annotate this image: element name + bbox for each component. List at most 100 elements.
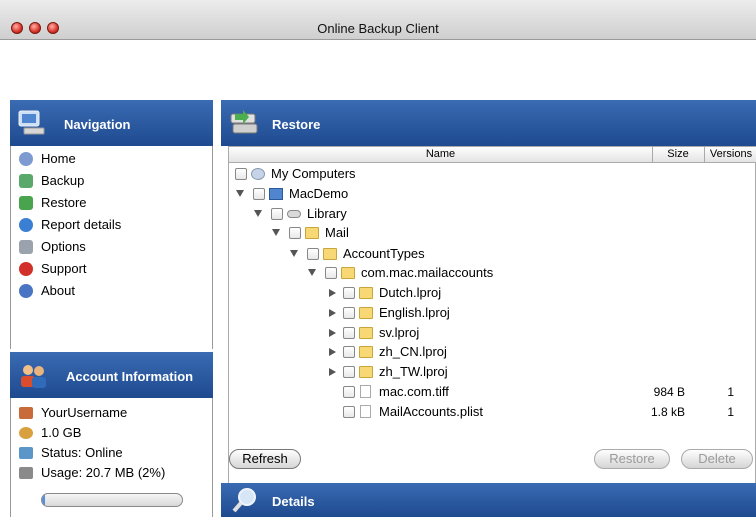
row-checkbox[interactable] (343, 307, 355, 319)
status-icon (19, 447, 33, 459)
disclosure-triangle-closed[interactable] (329, 309, 336, 317)
row-checkbox[interactable] (289, 227, 301, 239)
row-checkbox[interactable] (343, 346, 355, 358)
account-title: Account Information (66, 369, 194, 384)
restore-icon (19, 196, 33, 210)
folder-icon (305, 227, 319, 239)
disclosure-triangle-closed[interactable] (329, 348, 336, 356)
computers-icon (251, 168, 265, 180)
table-row[interactable]: mac.com.tiff 984 B 1 (229, 382, 756, 402)
computer-icon (18, 110, 45, 135)
table-row[interactable]: Library (229, 204, 756, 224)
nav-item-support[interactable]: Support (11, 258, 212, 280)
account-quota: 1.0 GB (11, 423, 212, 443)
table-row[interactable]: Dutch.lproj (229, 283, 756, 303)
toolbar-area (0, 41, 756, 100)
support-icon (19, 262, 33, 276)
table-row[interactable]: MacDemo (229, 184, 756, 204)
row-name: com.mac.mailaccounts (361, 265, 494, 280)
folder-icon (359, 346, 373, 358)
folder-icon (359, 287, 373, 299)
row-size: 1.8 kB (650, 405, 685, 419)
nav-item-restore[interactable]: Restore (11, 192, 212, 214)
row-checkbox[interactable] (235, 168, 247, 180)
column-header-versions[interactable]: Versions (705, 148, 756, 160)
user-icon (19, 407, 33, 419)
row-checkbox[interactable] (271, 208, 283, 220)
row-checkbox[interactable] (343, 386, 355, 398)
nav-item-backup[interactable]: Backup (11, 170, 212, 192)
details-header[interactable]: Details (221, 483, 756, 517)
account-header: Account Information (10, 352, 213, 398)
disclosure-triangle-closed[interactable] (329, 289, 336, 297)
row-checkbox[interactable] (325, 267, 337, 279)
disk-icon (19, 427, 33, 439)
row-name: English.lproj (379, 305, 450, 320)
row-name: AccountTypes (343, 246, 425, 261)
disclosure-triangle-open[interactable] (272, 229, 280, 236)
nav-item-options[interactable]: Options (11, 236, 212, 258)
table-row[interactable]: sv.lproj (229, 323, 756, 343)
disclosure-triangle-open[interactable] (290, 250, 298, 257)
nav-label: Backup (41, 173, 85, 188)
account-status: Status: Online (11, 443, 212, 463)
refresh-button[interactable]: Refresh (229, 449, 301, 469)
restore-title: Restore (272, 117, 321, 132)
table-row[interactable]: MailAccounts.plist 1.8 kB 1 (229, 402, 756, 422)
table-row[interactable]: com.mac.mailaccounts (229, 263, 756, 283)
row-name: zh_CN.lproj (379, 344, 447, 359)
table-header: Name Size Versions (229, 147, 756, 163)
navigation-header: Navigation (10, 100, 213, 146)
folder-icon (341, 267, 355, 279)
table-row[interactable]: zh_TW.lproj (229, 362, 756, 382)
table-row[interactable]: English.lproj (229, 303, 756, 323)
folder-icon (359, 366, 373, 378)
home-icon (19, 152, 33, 166)
report-icon (19, 218, 33, 232)
magnifier-icon (232, 488, 256, 513)
window-title: Online Backup Client (317, 21, 439, 36)
row-name: mac.com.tiff (379, 384, 449, 399)
computer-icon (269, 188, 283, 200)
table-row[interactable]: zh_CN.lproj (229, 342, 756, 362)
nav-label: Restore (41, 195, 87, 210)
restore-file-table: Name Size Versions My Computers MacDemo (228, 146, 756, 517)
row-checkbox[interactable] (253, 188, 265, 200)
table-row[interactable]: Mail (229, 223, 756, 243)
row-name: zh_TW.lproj (379, 364, 448, 379)
nav-item-about[interactable]: About (11, 280, 212, 302)
disclosure-triangle-closed[interactable] (329, 329, 336, 337)
row-checkbox[interactable] (343, 327, 355, 339)
folder-icon (359, 307, 373, 319)
row-checkbox[interactable] (343, 406, 355, 418)
row-name: Mail (325, 225, 349, 240)
row-checkbox[interactable] (343, 366, 355, 378)
disclosure-triangle-open[interactable] (236, 190, 244, 197)
navigation-list: Home Backup Restore Report details Optio… (10, 146, 213, 349)
folder-icon (359, 327, 373, 339)
usage-progress-fill (42, 494, 45, 506)
nav-label: Support (41, 261, 87, 276)
table-row[interactable]: My Computers (229, 164, 756, 184)
username-text: YourUsername (41, 405, 128, 420)
left-sidebar: Navigation Home Backup Restore Report de… (10, 100, 213, 517)
disclosure-triangle-open[interactable] (308, 269, 316, 276)
file-icon (360, 405, 371, 418)
column-header-name[interactable]: Name (229, 148, 652, 160)
delete-button[interactable]: Delete (681, 449, 753, 469)
row-checkbox[interactable] (343, 287, 355, 299)
drive-icon (287, 210, 301, 218)
nav-item-home[interactable]: Home (11, 148, 212, 170)
row-name: My Computers (271, 166, 356, 181)
usage-text: Usage: 20.7 MB (2%) (41, 465, 166, 480)
disclosure-triangle-open[interactable] (254, 210, 262, 217)
nav-item-report-details[interactable]: Report details (11, 214, 212, 236)
table-row[interactable]: AccountTypes (229, 244, 756, 264)
nav-label: Home (41, 151, 76, 166)
row-checkbox[interactable] (307, 248, 319, 260)
row-name: Dutch.lproj (379, 285, 442, 300)
disclosure-triangle-closed[interactable] (329, 368, 336, 376)
file-icon (360, 385, 371, 398)
column-header-size[interactable]: Size (653, 148, 703, 160)
restore-button[interactable]: Restore (594, 449, 670, 469)
